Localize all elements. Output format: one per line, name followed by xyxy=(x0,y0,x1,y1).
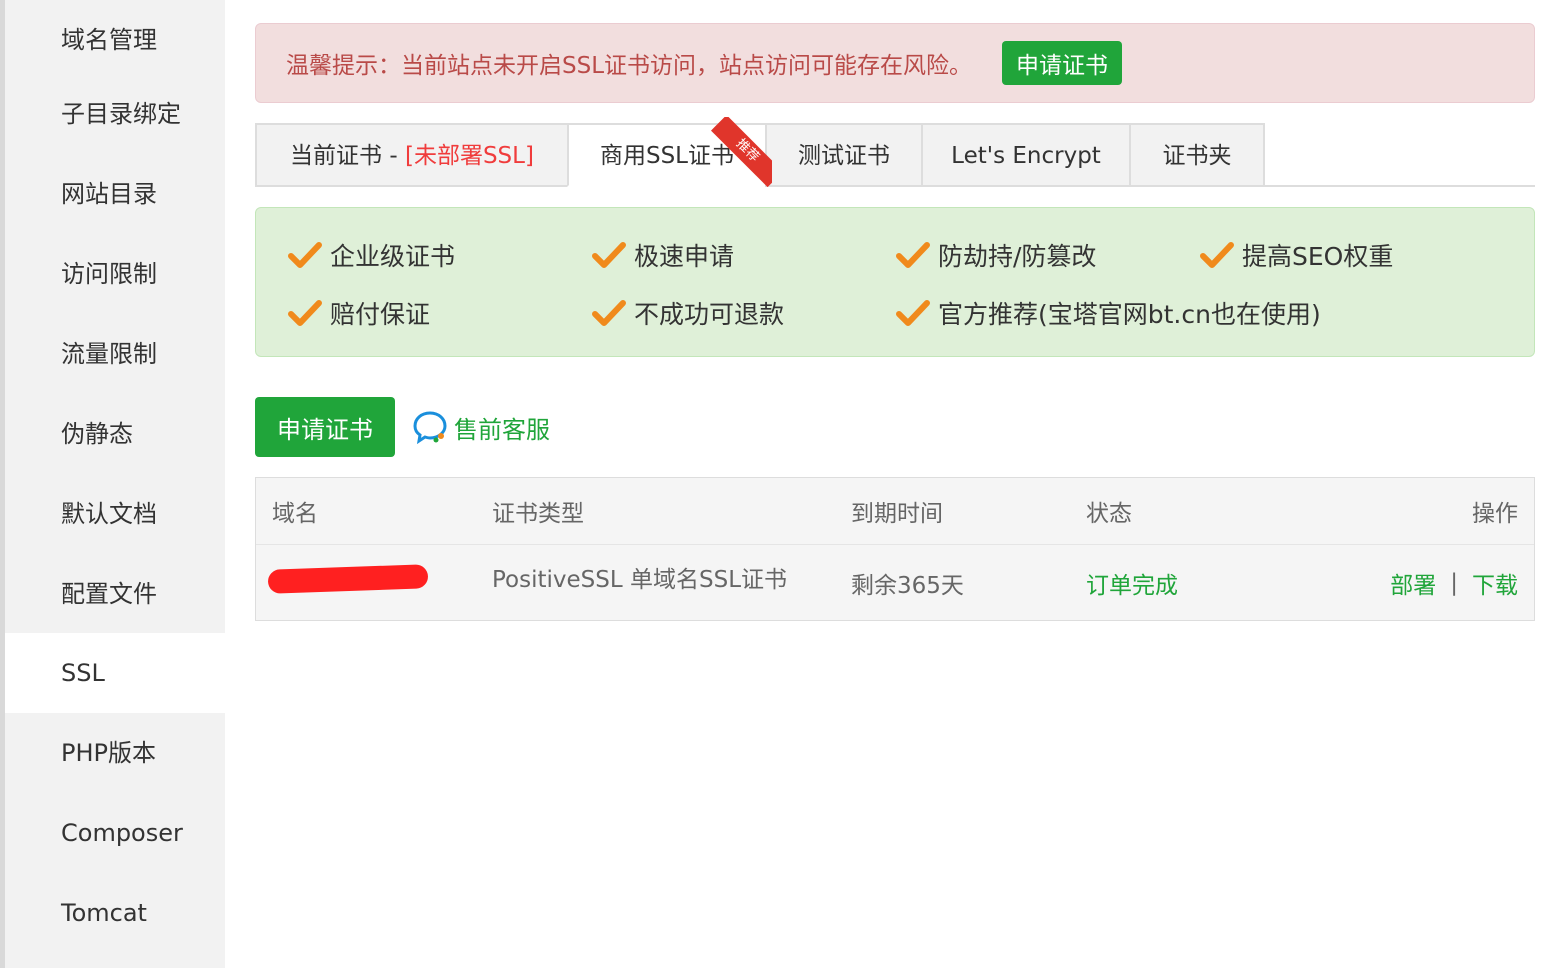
row-expire: 剩余365天 xyxy=(851,572,964,599)
feature-item: 企业级证书 xyxy=(288,235,455,275)
tab-lets-encrypt[interactable]: Let's Encrypt xyxy=(921,123,1131,187)
sidebar-item-traffic-limit[interactable]: 流量限制 xyxy=(5,314,225,394)
table-row: PositiveSSL 单域名SSL证书 剩余365天 订单完成 部署 | 下载 xyxy=(256,545,1534,620)
feature-label: 防劫持/防篡改 xyxy=(938,242,1097,271)
ssl-warning-alert: 温馨提示：当前站点未开启SSL证书访问，站点访问可能存在风险。 申请证书 xyxy=(255,23,1535,103)
certificate-table: 域名 证书类型 到期时间 状态 操作 PositiveSSL 单域名SSL证书 … xyxy=(255,477,1535,621)
header-operations: 操作 xyxy=(1472,501,1518,527)
header-cert-type: 证书类型 xyxy=(492,501,584,527)
sidebar-item-subdirectory-binding[interactable]: 子目录绑定 xyxy=(5,74,225,154)
presales-service-label: 售前客服 xyxy=(454,415,550,444)
alert-apply-certificate-button[interactable]: 申请证书 xyxy=(1002,41,1123,85)
feature-item: 不成功可退款 xyxy=(592,293,784,333)
check-icon xyxy=(592,242,626,268)
tab-commercial-ssl[interactable]: 商用SSL证书 xyxy=(567,123,767,187)
sidebar-item-config-file[interactable]: 配置文件 xyxy=(5,554,225,634)
presales-service-link[interactable]: 售前客服 xyxy=(412,407,550,447)
site-settings-sidebar: 域名管理 子目录绑定 网站目录 访问限制 流量限制 伪静态 默认文档 配置文件 … xyxy=(5,0,225,968)
sidebar-item-composer[interactable]: Composer xyxy=(5,793,225,873)
certificate-tabs: 当前证书 - [未部署SSL] 商用SSL证书 测试证书 Let's Encry… xyxy=(255,123,1535,187)
sidebar-item-site-directory[interactable]: 网站目录 xyxy=(5,154,225,234)
check-icon xyxy=(896,300,930,326)
tab-certificate-folder[interactable]: 证书夹 xyxy=(1129,123,1265,187)
sidebar-item-rewrite[interactable]: 伪静态 xyxy=(5,394,225,474)
feature-item: 官方推荐(宝塔官网bt.cn也在使用) xyxy=(896,293,1321,333)
feature-label: 提高SEO权重 xyxy=(1242,242,1394,271)
sidebar-item-tomcat[interactable]: Tomcat xyxy=(5,873,225,953)
feature-label: 官方推荐(宝塔官网bt.cn也在使用) xyxy=(938,300,1321,329)
header-domain: 域名 xyxy=(272,501,318,527)
features-box: 企业级证书 极速申请 防劫持/防篡改 提高SEO权重 赔付保证 不成功可退款 官… xyxy=(255,207,1535,357)
header-expire: 到期时间 xyxy=(851,501,943,527)
apply-certificate-button[interactable]: 申请证书 xyxy=(255,397,395,457)
check-icon xyxy=(896,242,930,268)
check-icon xyxy=(288,242,322,268)
chat-bubble-icon xyxy=(413,411,447,445)
header-status: 状态 xyxy=(1086,501,1132,527)
feature-item: 提高SEO权重 xyxy=(1200,235,1393,275)
feature-label: 企业级证书 xyxy=(330,242,456,271)
feature-label: 不成功可退款 xyxy=(634,300,785,329)
check-icon xyxy=(288,300,322,326)
table-header: 域名 证书类型 到期时间 状态 操作 xyxy=(256,478,1534,545)
operation-separator: | xyxy=(1450,569,1458,596)
row-cert-type: PositiveSSL 单域名SSL证书 xyxy=(492,566,788,593)
alert-message: 温馨提示：当前站点未开启SSL证书访问，站点访问可能存在风险。 xyxy=(286,53,973,79)
feature-item: 赔付保证 xyxy=(288,293,430,333)
sidebar-item-access-restriction[interactable]: 访问限制 xyxy=(5,234,225,314)
redacted-domain xyxy=(267,545,429,620)
tab-current-label: 当前证书 - xyxy=(290,143,405,169)
download-link[interactable]: 下载 xyxy=(1472,566,1518,600)
feature-label: 极速申请 xyxy=(634,242,735,271)
sidebar-item-domain-management[interactable]: 域名管理 xyxy=(5,0,225,80)
row-operations: 部署 | 下载 xyxy=(1390,545,1518,620)
sidebar-item-ssl[interactable]: SSL xyxy=(5,633,225,713)
check-icon xyxy=(592,300,626,326)
sidebar-item-php-version[interactable]: PHP版本 xyxy=(5,713,225,793)
sidebar-item-default-document[interactable]: 默认文档 xyxy=(5,474,225,554)
tab-current-certificate[interactable]: 当前证书 - [未部署SSL] xyxy=(255,123,569,187)
row-status: 订单完成 xyxy=(1086,572,1178,599)
check-icon xyxy=(1200,242,1234,268)
deploy-link[interactable]: 部署 xyxy=(1390,566,1436,600)
redaction-mark xyxy=(267,563,429,594)
ssl-panel: 域名管理 子目录绑定 网站目录 访问限制 流量限制 伪静态 默认文档 配置文件 … xyxy=(0,0,1567,968)
feature-item: 防劫持/防篡改 xyxy=(896,235,1096,275)
feature-label: 赔付保证 xyxy=(330,300,431,329)
tab-current-status: [未部署SSL] xyxy=(404,143,534,169)
tab-test-certificate[interactable]: 测试证书 xyxy=(765,123,923,187)
feature-item: 极速申请 xyxy=(592,235,734,275)
